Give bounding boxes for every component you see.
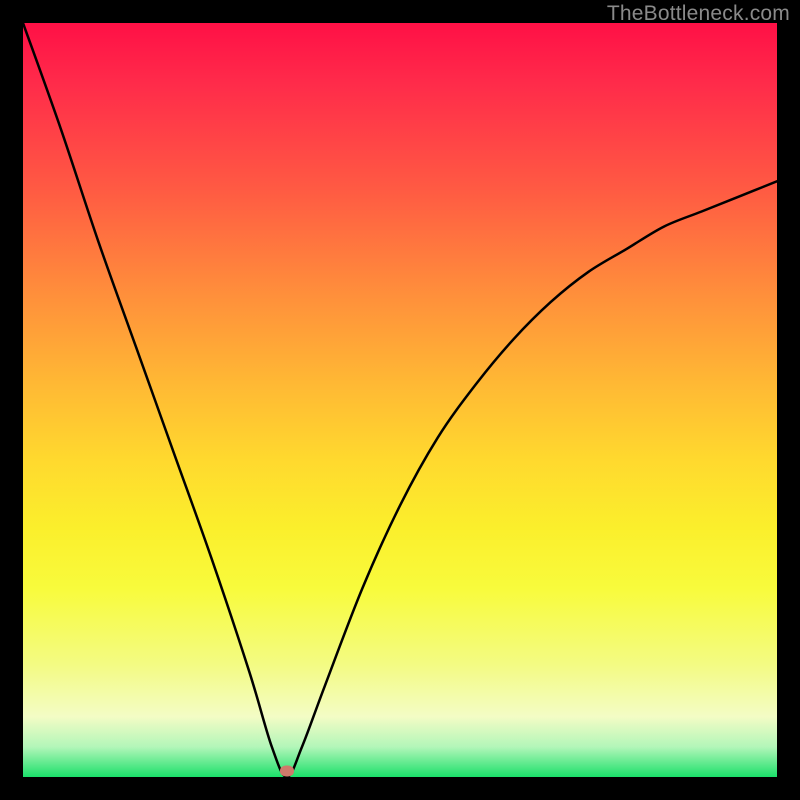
plot-area — [23, 23, 777, 777]
bottleneck-minimum-marker — [280, 765, 294, 776]
bottleneck-curve — [23, 23, 777, 777]
chart-frame: TheBottleneck.com — [0, 0, 800, 800]
watermark-text: TheBottleneck.com — [607, 2, 790, 26]
